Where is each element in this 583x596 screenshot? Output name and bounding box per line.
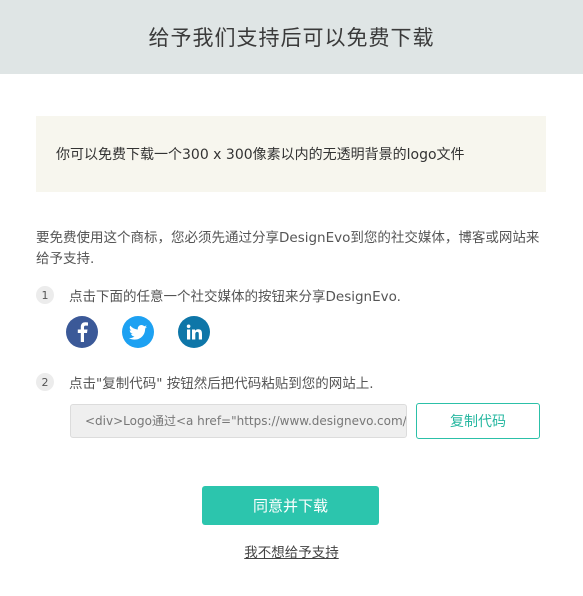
intro-text: 要免费使用这个商标，您必须先通过分享DesignEvo到您的社交媒体，博客或网站… — [36, 230, 540, 267]
facebook-share-button[interactable] — [66, 316, 98, 348]
twitter-icon — [129, 324, 147, 340]
copy-code-button[interactable]: 复制代码 — [416, 403, 540, 439]
step-1-number: 1 — [36, 286, 54, 304]
step-2-text: 点击"复制代码" 按钮然后把代码粘贴到您的网站上. — [69, 376, 374, 392]
agree-download-button[interactable]: 同意并下载 — [202, 486, 379, 525]
step-1-text: 点击下面的任意一个社交媒体的按钮来分享DesignEvo. — [69, 289, 401, 305]
step-2-number: 2 — [36, 373, 54, 391]
dialog-title: 给予我们支持后可以免费下载 — [148, 26, 435, 50]
twitter-share-button[interactable] — [122, 316, 154, 348]
facebook-icon — [77, 322, 88, 342]
download-notice: 你可以免费下载一个300 x 300像素以内的无透明背景的logo文件 — [36, 116, 546, 192]
dialog-header: 给予我们支持后可以免费下载 — [0, 0, 583, 74]
notice-text: 你可以免费下载一个300 x 300像素以内的无透明背景的logo文件 — [56, 147, 465, 163]
linkedin-share-button[interactable] — [178, 316, 210, 348]
embed-code-field[interactable]: <div>Logo通过<a href="https://www.designev… — [70, 404, 407, 438]
decline-support-row: 我不想给予支持 — [0, 541, 583, 561]
decline-support-link[interactable]: 我不想给予支持 — [244, 545, 339, 561]
linkedin-icon — [186, 324, 202, 340]
